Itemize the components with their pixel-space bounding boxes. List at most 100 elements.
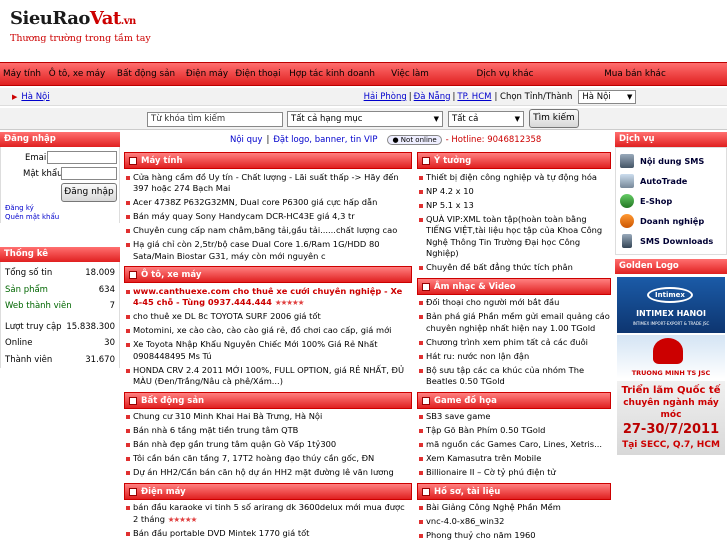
rating-stars-icon: ★★★★★ [274, 298, 305, 307]
list-item[interactable]: Chuyên đề bất đẳng thức tích phân [417, 262, 611, 274]
ad-link[interactable]: Đặt logo, banner, tin VIP [273, 135, 377, 145]
category-select[interactable]: Tất cả hạng mục ▼ [287, 111, 443, 127]
section-title-electronics[interactable]: Điện máy [124, 482, 412, 500]
chevron-down-icon: ▼ [433, 115, 439, 123]
list-item[interactable]: Tập Gõ Bàn Phím 0.50 TGold [417, 425, 611, 437]
nav-item-business[interactable]: Hợp tác kinh doanh [284, 69, 380, 79]
list-item[interactable]: Bán nhà đẹp gần trung tâm quận Gò Vấp 1t… [124, 439, 412, 451]
list-item[interactable]: Tôi cần bán căn tầng 7, 17T2 hoàng đạo t… [124, 453, 412, 465]
list-item[interactable]: vnc-4.0-x86_win32 [417, 516, 611, 528]
nav-item-other[interactable]: Mua bán khác [570, 69, 700, 79]
tm-logo-icon [653, 338, 683, 364]
section-title-music[interactable]: Âm nhạc & Video [417, 277, 611, 295]
list-item[interactable]: Bộ sưu tập các ca khúc của nhóm The Beat… [417, 365, 611, 388]
people-icon [620, 214, 634, 228]
main-nav: Máy tính Ô tô, xe máy Bất động sản Điện … [0, 62, 727, 86]
list-item[interactable]: mã nguồn các Games Caro, Lines, Xetris..… [417, 439, 611, 451]
nav-item-electronics[interactable]: Điện máy [182, 69, 232, 79]
list-item[interactable]: Billionaire II – Cờ tỷ phú điện tử [417, 467, 611, 479]
register-link[interactable]: Đăng ký [5, 204, 34, 212]
list-item[interactable]: Xe Toyota Nhập Khẩu Nguyên Chiếc Mới 100… [124, 339, 412, 362]
phone-icon [620, 154, 634, 168]
list-item[interactable]: NP 5.1 x 13 [417, 200, 611, 212]
square-icon [422, 282, 430, 291]
login-button[interactable]: Đăng nhập [61, 183, 117, 202]
list-item[interactable]: Cửa hàng cầm đồ Uy tín - Chất lượng - Lã… [124, 172, 412, 195]
search-button[interactable]: Tìm kiếm [529, 109, 579, 128]
list-item[interactable]: Xem Kamasutra trên Mobile [417, 453, 611, 465]
city-link-haiphong[interactable]: Hải Phòng [364, 92, 407, 102]
section-title-auto[interactable]: Ô tô, xe máy [124, 266, 412, 283]
region-select[interactable]: Tất cả ▼ [448, 111, 524, 127]
square-icon [422, 157, 430, 165]
square-icon [422, 396, 430, 405]
list-item[interactable]: Bán nhà 6 tầng mặt tiền trung tâm QTB [124, 425, 412, 437]
service-sms-download[interactable]: SMS Downloads [616, 231, 726, 251]
list-item[interactable]: Thiết bị điện công nghiệp và tự động hóa [417, 172, 611, 184]
list-item[interactable]: SB3 save game [417, 411, 611, 423]
list-item[interactable]: cho thuê xe DL 8c TOYOTA SURF 2006 giá t… [124, 311, 412, 323]
chart-icon [620, 174, 634, 188]
nav-item-services[interactable]: Dịch vụ khác [440, 69, 570, 79]
list-item[interactable]: Hát ru: nước non lận đận [417, 351, 611, 363]
list-item[interactable]: NP 4.2 x 10 [417, 186, 611, 198]
current-city[interactable]: Hà Nội [21, 92, 49, 102]
service-business[interactable]: Doanh nghiệp [616, 211, 726, 231]
email-field[interactable] [47, 151, 117, 164]
banner-intimex[interactable]: Intimex INTIMEX HANOI INTIMEX IMPORT-EXP… [617, 277, 725, 333]
list-item[interactable]: Chung cư 310 Minh Khai Hai Bà Trưng, Hà … [124, 411, 412, 423]
list-item-vip[interactable]: www.canthuexe.com cho thuê xe cưới chuyê… [124, 286, 412, 309]
nav-item-auto[interactable]: Ô tô, xe máy [44, 69, 110, 79]
email-label: Email [25, 153, 49, 163]
list-item[interactable]: bán đầu karaoke vi tinh 5 số arirang dk … [124, 502, 412, 525]
nav-item-jobs[interactable]: Việc làm [380, 69, 440, 79]
nav-item-realestate[interactable]: Bất động sản [110, 69, 182, 79]
list-item[interactable]: Bán máy quay Sony Handycam DCR-HC43E giá… [124, 211, 412, 223]
column-left: Máy tính Cửa hàng cầm đồ Uy tín - Chất l… [124, 152, 412, 542]
list-item[interactable]: Hạ giá chỉ còn 2,5tr/bộ case Dual Core 1… [124, 239, 412, 262]
square-icon [129, 396, 137, 405]
stats-box: Tổng số tin 18.009 Sản phẩm 634 Web thành … [0, 262, 120, 368]
list-item[interactable]: Phong thuỷ cho năm 1960 [417, 530, 611, 542]
list-item[interactable]: QUÀ VIP:XML toàn tập(hoàn toàn bằng TIẾN… [417, 214, 611, 260]
section-title-ideas[interactable]: Ý tưởng [417, 152, 611, 169]
rules-link[interactable]: Nội quy [230, 135, 262, 145]
forgot-password-link[interactable]: Quên mật khẩu [5, 213, 59, 221]
service-eshop[interactable]: E-Shop [616, 191, 726, 211]
list-item[interactable]: Dự án HH2/Cần bán căn hộ dự án HH2 mặt đ… [124, 467, 412, 479]
services-title: Dịch vụ [615, 132, 727, 147]
section-title-games[interactable]: Game đồ họa [417, 391, 611, 409]
search-input[interactable]: Từ khóa tìm kiếm [147, 112, 283, 127]
arrow-right-icon: ▶ [12, 92, 18, 101]
section-title-documents[interactable]: Hồ sơ, tài liệu [417, 482, 611, 500]
login-box: Email Mật khẩu Đăng nhập Đăng ký Quên mậ… [0, 147, 120, 223]
section-title-realestate[interactable]: Bất động sản [124, 391, 412, 409]
list-item[interactable]: Bán đầu portable DVD Mintek 1770 giá tốt [124, 528, 412, 540]
list-item[interactable]: Bài Giảng Công Nghệ Phần Mềm [417, 502, 611, 514]
banner-truongminh[interactable]: TRUONG MINH TS JSC [617, 335, 725, 379]
nav-item-computer[interactable]: Máy tính [0, 69, 44, 79]
nav-item-phone[interactable]: Điện thoại [232, 69, 284, 79]
list-item[interactable]: Đối thoại cho người mới bắt đầu [417, 297, 611, 309]
list-item[interactable]: Chuyên cung cấp nam châm,băng tải,gầu tả… [124, 225, 412, 237]
banner-expo[interactable]: Triển lãm Quốc tế chuyên ngành máy móc 2… [617, 381, 725, 455]
section-title-computer[interactable]: Máy tính [124, 152, 412, 169]
stat-row: Lượt truy cập 15.838.300 [5, 321, 115, 332]
password-field[interactable] [61, 167, 117, 180]
city-select[interactable]: Hà Nội ▼ [578, 89, 637, 104]
square-icon [129, 157, 137, 165]
site-logo[interactable]: SieuRaoVat.vn [10, 8, 136, 29]
city-link-danang[interactable]: Đà Nẵng [414, 92, 451, 102]
list-item[interactable]: Chương trình xem phim tất cả các đuôi [417, 337, 611, 349]
stat-row: Thành viên 31.670 [5, 354, 115, 365]
list-item[interactable]: Acer 4738Z P632G32MN, Dual core P6300 gi… [124, 197, 412, 209]
list-item[interactable]: Motomini, xe cào cào, cào cào giá rẻ, đồ… [124, 325, 412, 337]
city-link-hcm[interactable]: TP. HCM [457, 92, 491, 102]
stat-row: Web thành viên 7 [5, 301, 115, 312]
intimex-sub: INTIMEX IMPORT-EXPORT & TRADE JSC [632, 321, 710, 326]
service-autotrade[interactable]: AutoTrade [616, 171, 726, 191]
square-icon [129, 487, 137, 496]
service-sms[interactable]: Nội dung SMS [616, 151, 726, 171]
list-item[interactable]: Bản phá giá Phần mềm gửi email quảng cáo… [417, 311, 611, 334]
list-item[interactable]: HONDA CRV 2.4 2011 MỚI 100%, FULL OPTION… [124, 365, 412, 388]
